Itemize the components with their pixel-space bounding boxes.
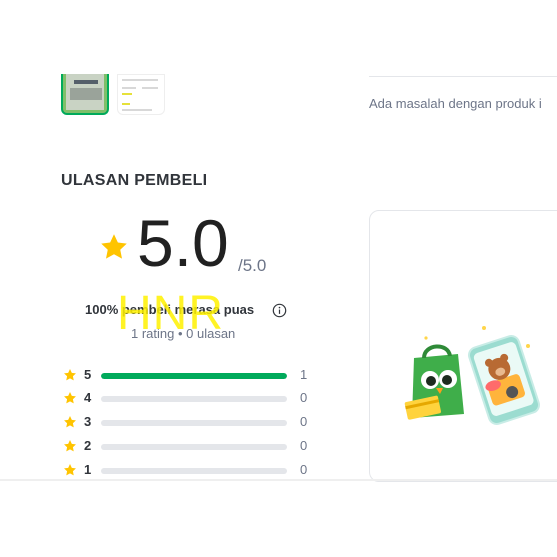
- mascot-shopping-illustration: [404, 326, 541, 425]
- divider: [0, 479, 557, 481]
- rating-bar: [101, 373, 287, 379]
- section-title: ULASAN PEMBELI: [61, 172, 208, 189]
- rating-row-5: 51: [63, 367, 323, 383]
- rating-bar: [101, 396, 287, 402]
- average-score: 5.0: [137, 206, 229, 280]
- rating-bar: [101, 468, 287, 474]
- report-problem-link[interactable]: Ada masalah dengan produk i: [369, 96, 542, 111]
- star-icon: [64, 369, 76, 381]
- rating-bar: [101, 444, 287, 450]
- rating-bar-fill: [101, 373, 287, 379]
- thumbnail-product-photo-1[interactable]: [61, 74, 109, 115]
- rating-count: 0: [300, 390, 308, 405]
- divider: [369, 76, 557, 77]
- rating-row-1: 10: [63, 462, 323, 478]
- rating-count: 1: [300, 367, 308, 382]
- score-max: /5.0: [238, 256, 267, 275]
- star-icon: [64, 416, 76, 428]
- rating-star-level: 1: [84, 462, 92, 477]
- rating-count: 0: [300, 414, 308, 429]
- thumbnail-product-photo-2[interactable]: [117, 74, 165, 115]
- rating-bar: [101, 420, 287, 426]
- rating-star-level: 4: [84, 390, 92, 405]
- rating-row-3: 30: [63, 414, 323, 430]
- star-icon: [101, 234, 127, 259]
- rating-count: 0: [300, 438, 308, 453]
- rating-row-4: 40: [63, 390, 323, 406]
- rating-star-level: 2: [84, 438, 92, 453]
- info-icon[interactable]: [272, 303, 287, 318]
- thumbnail-image: [66, 74, 104, 110]
- rating-star-level: 3: [84, 414, 92, 429]
- star-icon: [64, 392, 76, 404]
- watermark: HNR: [117, 287, 224, 340]
- star-icon: [64, 464, 76, 476]
- rating-count: 0: [300, 462, 308, 477]
- rating-star-level: 5: [84, 367, 92, 382]
- star-icon: [64, 440, 76, 452]
- rating-row-2: 20: [63, 438, 323, 454]
